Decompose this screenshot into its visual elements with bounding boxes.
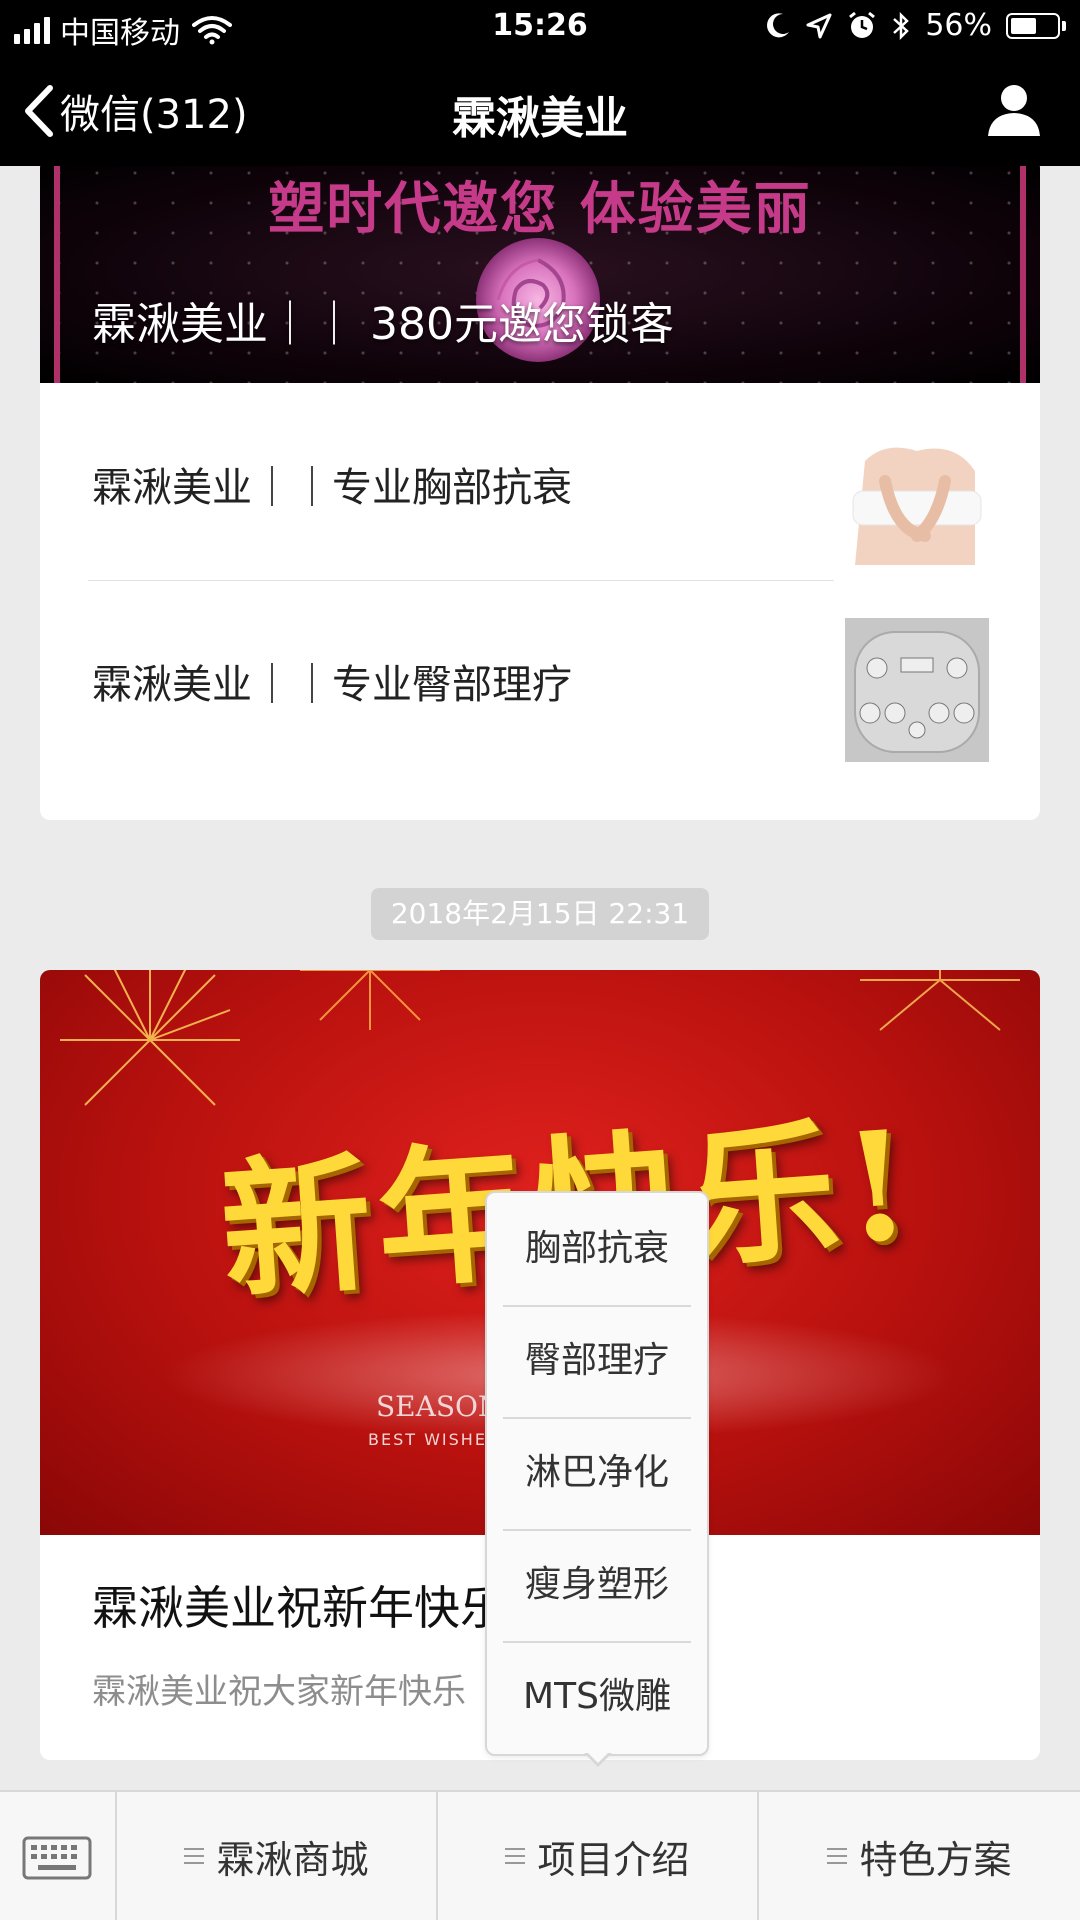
article-item-chest[interactable]: 霖湫美业｜｜专业胸部抗衰 — [40, 383, 1040, 579]
battery-percent: 56% — [925, 8, 992, 43]
moon-icon — [767, 12, 790, 37]
menu-lines-icon — [184, 1848, 205, 1864]
menu-button-label: 项目介绍 — [537, 1837, 690, 1882]
keyboard-icon — [22, 1836, 92, 1880]
keyboard-toggle-button[interactable] — [0, 1792, 115, 1920]
article-summary: 霖湫美业祝大家新年快乐 — [92, 1672, 466, 1712]
project-submenu: 胸部抗衰 臀部理疗 淋巴净化 瘦身塑形 MTS微雕 — [485, 1191, 709, 1756]
cover-wishes-text: BEST WISHES — [368, 1430, 500, 1449]
nav-bar: 微信(312) 霖湫美业 — [0, 56, 1080, 166]
location-arrow-icon — [806, 13, 832, 38]
screen: 中国移动 15:26 56% 微信(312) 霖湫美业 塑时代邀您 体验美丽 霖… — [0, 0, 1080, 1920]
article-title: 霖湫美业祝新年快乐 — [92, 1581, 506, 1635]
article-item-hip[interactable]: 霖湫美业｜｜专业臀部理疗 — [40, 580, 1040, 776]
battery-icon — [1006, 12, 1066, 39]
user-profile-icon[interactable] — [986, 82, 1042, 138]
menu-button-label: 特色方案 — [859, 1837, 1012, 1882]
bluetooth-icon — [893, 11, 910, 40]
submenu-item-chest[interactable]: 胸部抗衰 — [487, 1193, 707, 1305]
cover-season-text: SEASON — [376, 1390, 503, 1423]
status-bar: 中国移动 15:26 56% — [0, 0, 1080, 56]
submenu-pointer-fill — [587, 1752, 609, 1763]
article-item-title: 霖湫美业｜｜专业胸部抗衰 — [92, 465, 572, 511]
chest-care-thumbnail — [845, 421, 989, 565]
alarm-icon — [849, 11, 876, 38]
submenu-item-slimming[interactable]: 瘦身塑形 — [487, 1529, 707, 1641]
menu-button-label: 霖湫商城 — [216, 1837, 369, 1882]
menu-button-projects[interactable]: 项目介绍 — [438, 1792, 757, 1920]
message-timestamp: 2018年2月15日 22:31 — [371, 888, 709, 940]
hip-care-thumbnail — [845, 618, 989, 762]
status-right: 56% — [765, 8, 1066, 43]
article-cover-1[interactable]: 塑时代邀您 体验美丽 霖湫美业｜｜ 380元邀您锁客 — [40, 166, 1040, 383]
article-card-1: 塑时代邀您 体验美丽 霖湫美业｜｜ 380元邀您锁客 霖湫美业｜｜专业胸部抗衰 … — [40, 166, 1040, 820]
cover-caption: 霖湫美业｜｜ 380元邀您锁客 — [92, 299, 674, 350]
submenu-item-lymph[interactable]: 淋巴净化 — [487, 1417, 707, 1529]
firework-icon — [860, 970, 1020, 1031]
menu-lines-icon — [827, 1848, 848, 1864]
article-item-title: 霖湫美业｜｜专业臀部理疗 — [92, 662, 572, 708]
menu-button-plans[interactable]: 特色方案 — [759, 1792, 1080, 1920]
submenu-item-hip[interactable]: 臀部理疗 — [487, 1305, 707, 1417]
firework-icon — [300, 970, 440, 1030]
menu-button-mall[interactable]: 霖湫商城 — [117, 1792, 436, 1920]
page-title: 霖湫美业 — [452, 93, 628, 144]
bottom-menu-bar: 霖湫商城 项目介绍 特色方案 — [0, 1790, 1080, 1920]
submenu-item-mts[interactable]: MTS微雕 — [487, 1641, 707, 1753]
menu-lines-icon — [505, 1848, 526, 1864]
